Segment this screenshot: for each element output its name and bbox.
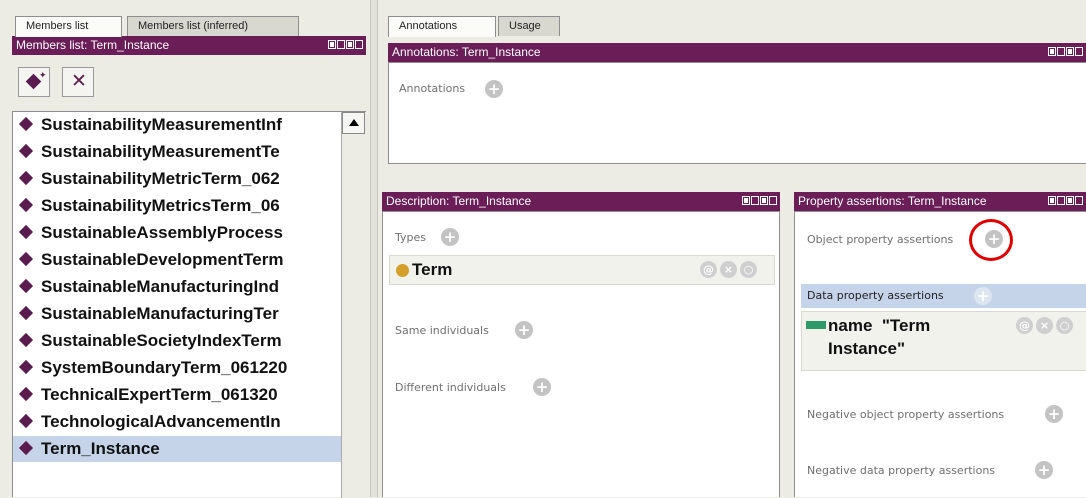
list-item[interactable]: SustainabilityMeasurementTe	[13, 139, 343, 165]
add-annotation-button[interactable]: +	[485, 80, 503, 98]
members-list-header: Members list: Term_Instance	[12, 36, 366, 55]
annotations-header: Annotations: Term_Instance	[388, 43, 1086, 62]
highlight-circle	[969, 219, 1013, 261]
data-property-row[interactable]: name "Term Instance" @ × ○	[801, 311, 1086, 371]
list-item-label: SustainableManufacturingTer	[41, 304, 279, 323]
list-item[interactable]: SystemBoundaryTerm_061220	[13, 355, 343, 381]
list-item[interactable]: SustainableManufacturingTer	[13, 301, 343, 327]
individual-icon	[18, 386, 34, 402]
members-toolbar: ✦ ✕	[12, 55, 366, 111]
tab-annotations[interactable]: Annotations	[388, 16, 496, 37]
list-item-label: SustainableAssemblyProcess	[41, 223, 283, 242]
property-assertions-title: Property assertions: Term_Instance	[798, 194, 987, 208]
splitter[interactable]	[370, 0, 378, 497]
data-property-icon	[806, 321, 826, 329]
scrollbar[interactable]	[341, 112, 366, 498]
list-item-label: SustainableManufacturingInd	[41, 277, 280, 296]
individual-icon	[18, 305, 34, 321]
list-item-label: SustainabilityMetricsTerm_06	[41, 196, 280, 215]
individual-icon	[18, 251, 34, 267]
list-item[interactable]: SustainabilityMetricTerm_062	[13, 166, 343, 192]
members-list-panel: SustainabilityMeasurementInf Sustainabili…	[12, 111, 366, 498]
different-individuals-label: Different individuals	[395, 381, 506, 394]
remove-icon[interactable]: ×	[720, 261, 737, 278]
add-negative-object-property-button[interactable]: +	[1045, 405, 1063, 423]
list-item-label: SustainabilityMetricTerm_062	[41, 169, 280, 188]
list-item-label: SustainabilityMeasurementInf	[41, 115, 282, 134]
annotate-icon[interactable]: @	[700, 261, 717, 278]
annotate-icon[interactable]: @	[1016, 317, 1033, 334]
scroll-up-button[interactable]	[342, 112, 365, 134]
list-item-label: TechnicalExpertTerm_061320	[41, 385, 278, 404]
property-assertions-header: Property assertions: Term_Instance	[794, 192, 1086, 211]
class-icon	[396, 264, 409, 277]
list-item[interactable]: Term_Instance	[13, 436, 343, 462]
delete-individual-button[interactable]: ✕	[62, 67, 94, 97]
type-value: Term	[412, 260, 453, 279]
sparkle-icon: ✦	[39, 71, 47, 81]
data-property-value-line2: Instance"	[828, 339, 906, 358]
types-label: Types	[395, 231, 426, 244]
delete-individual-icon: ✕	[71, 70, 87, 92]
individual-icon	[18, 224, 34, 240]
individual-icon	[18, 332, 34, 348]
edit-icon[interactable]: ○	[740, 261, 757, 278]
individual-icon	[18, 359, 34, 375]
tab-members-list-inferred[interactable]: Members list (inferred)	[127, 16, 299, 36]
annotations-panel: Annotations +	[388, 62, 1086, 164]
remove-icon[interactable]: ×	[1036, 317, 1053, 334]
list-item[interactable]: SustainabilityMetricsTerm_06	[13, 193, 343, 219]
type-row[interactable]: Term @ × ○	[389, 255, 775, 285]
list-item-label: SustainableSocietyIndexTerm	[41, 331, 282, 350]
data-property-assertions-bar: Data property assertions +	[801, 284, 1086, 308]
individual-icon	[18, 278, 34, 294]
list-item[interactable]: SustainableDevelopmentTerm	[13, 247, 343, 273]
individual-icon	[18, 197, 34, 213]
list-item[interactable]: TechnologicalAdvancementIn	[13, 409, 343, 435]
list-item-label: Term_Instance	[41, 439, 160, 458]
edit-icon[interactable]: ○	[1056, 317, 1073, 334]
view-controls[interactable]	[328, 40, 363, 49]
annotations-title: Annotations: Term_Instance	[392, 45, 541, 59]
add-negative-data-property-button[interactable]: +	[1035, 461, 1053, 479]
negative-data-property-label: Negative data property assertions	[807, 464, 996, 477]
description-title: Description: Term_Instance	[386, 194, 532, 208]
list-item[interactable]: TechnicalExpertTerm_061320	[13, 382, 343, 408]
individual-icon	[18, 116, 34, 132]
annotations-label: Annotations	[399, 82, 466, 95]
list-item-label: TechnologicalAdvancementIn	[41, 412, 281, 431]
add-same-individual-button[interactable]: +	[515, 321, 533, 339]
individual-icon	[18, 413, 34, 429]
view-controls[interactable]	[1048, 196, 1083, 205]
individual-icon	[18, 143, 34, 159]
list-item-label: SustainabilityMeasurementTe	[41, 142, 280, 161]
same-individuals-label: Same individuals	[395, 324, 489, 337]
tab-members-list[interactable]: Members list	[15, 16, 122, 37]
property-assertions-panel: Object property assertions + Data proper…	[794, 211, 1086, 497]
add-different-individual-button[interactable]: +	[533, 378, 551, 396]
list-item-label: SustainableDevelopmentTerm	[41, 250, 284, 269]
list-item[interactable]: SustainabilityMeasurementInf	[13, 112, 343, 138]
list-item[interactable]: SustainableAssemblyProcess	[13, 220, 343, 246]
view-controls[interactable]	[1048, 47, 1083, 56]
data-property-assertions-label: Data property assertions	[807, 289, 944, 302]
description-panel: Types + Term @ × ○ Same individuals + Di…	[382, 211, 780, 497]
data-property-value-line1: name "Term	[828, 316, 931, 335]
add-individual-button[interactable]: ✦	[18, 67, 50, 97]
negative-object-property-label: Negative object property assertions	[807, 408, 1005, 421]
chevron-up-icon	[349, 119, 359, 126]
view-controls[interactable]	[742, 196, 777, 205]
object-property-assertions-label: Object property assertions	[807, 233, 954, 246]
members-list-title: Members list: Term_Instance	[16, 38, 170, 52]
list-item[interactable]: SustainableSocietyIndexTerm	[13, 328, 343, 354]
description-header: Description: Term_Instance	[382, 192, 780, 211]
add-data-property-button[interactable]: +	[974, 287, 992, 305]
add-type-button[interactable]: +	[441, 228, 459, 246]
individual-icon	[18, 170, 34, 186]
tab-usage[interactable]: Usage	[498, 16, 560, 36]
list-item-label: SystemBoundaryTerm_061220	[41, 358, 288, 377]
list-item[interactable]: SustainableManufacturingInd	[13, 274, 343, 300]
individual-icon	[18, 440, 34, 456]
